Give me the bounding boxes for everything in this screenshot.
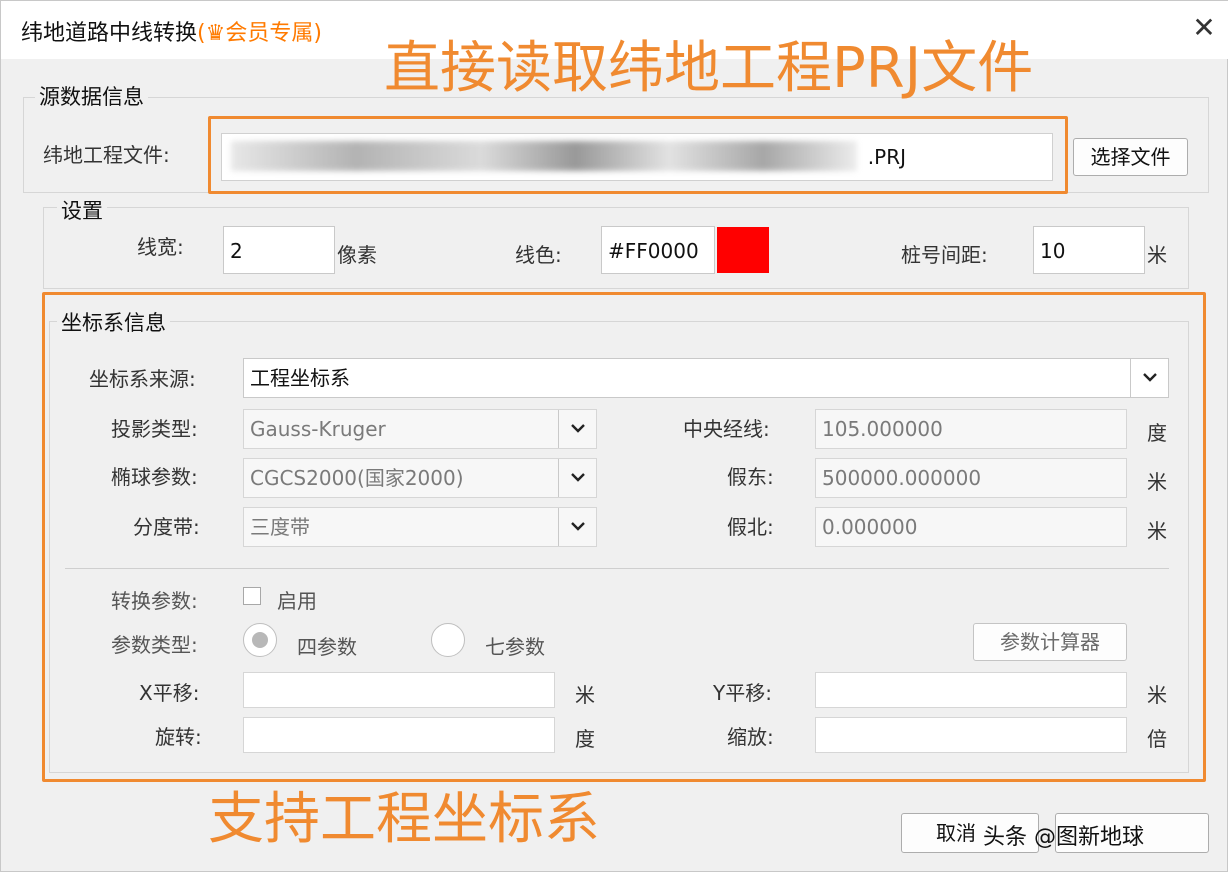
- vip-badge: (♛会员专属): [197, 21, 322, 46]
- watermark: 头条 @图新地球: [983, 825, 1144, 850]
- settings-group-label: 设置: [57, 195, 107, 225]
- line-color-input[interactable]: #FF0000: [601, 226, 715, 274]
- annotation-box-coord: [42, 292, 1206, 782]
- line-color-label: 线色:: [515, 243, 562, 267]
- line-width-input[interactable]: 2: [223, 226, 335, 274]
- annotation-text-bottom: 支持工程坐标系: [208, 787, 600, 852]
- file-label: 纬地工程文件:: [43, 143, 170, 167]
- close-icon[interactable]: ✕: [1189, 13, 1219, 43]
- annotation-box-file: [208, 116, 1068, 194]
- cancel-button-label: 取消: [936, 821, 976, 845]
- source-group-label: 源数据信息: [35, 81, 148, 111]
- window-title: 纬地道路中线转换(♛会员专属): [21, 15, 322, 47]
- line-width-label: 线宽:: [137, 235, 184, 259]
- line-width-unit: 像素: [337, 243, 377, 267]
- line-color-swatch[interactable]: [717, 227, 769, 273]
- station-spacing-label: 桩号间距:: [901, 243, 988, 267]
- station-spacing-unit: 米: [1147, 243, 1167, 267]
- window-title-text: 纬地道路中线转换: [21, 21, 198, 46]
- annotation-text-top: 直接读取纬地工程PRJ文件: [384, 36, 1034, 101]
- station-spacing-input[interactable]: 10: [1033, 226, 1145, 274]
- choose-file-button[interactable]: 选择文件: [1073, 138, 1188, 176]
